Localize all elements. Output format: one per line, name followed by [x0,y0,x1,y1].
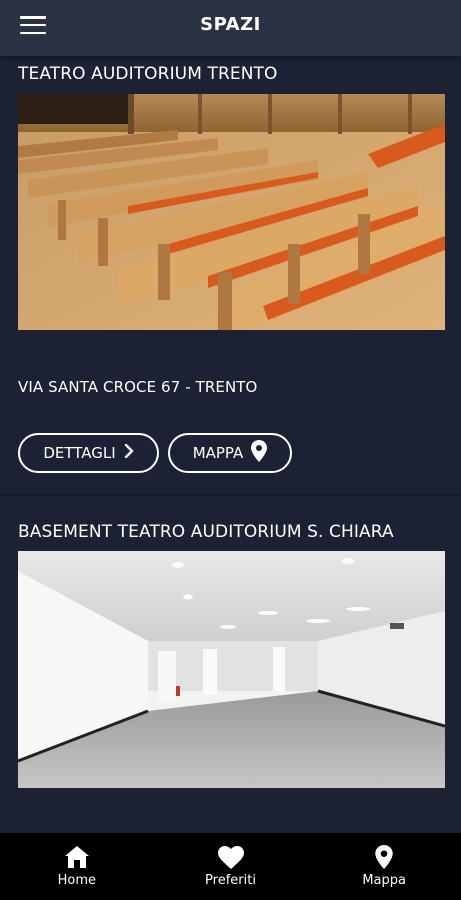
app-header: SPAZI [0,0,461,56]
page-title: SPAZI [200,14,261,35]
home-icon [64,845,90,869]
venue-title: TEATRO AUDITORIUM TRENTO [18,64,278,84]
details-button-label: DETTAGLI [43,444,116,462]
tab-map-label: Mappa [362,873,406,888]
tab-favorites-label: Preferiti [205,873,256,888]
tab-map[interactable]: Mappa [307,833,461,900]
tab-home-label: Home [57,873,97,888]
details-button[interactable]: DETTAGLI [18,433,159,473]
bottom-tab-bar: Home Preferiti Mappa [0,833,461,900]
map-pin-icon [251,440,268,466]
heart-icon [217,845,244,869]
map-button-label: MAPPA [192,444,244,462]
tab-home[interactable]: Home [0,833,154,900]
venue-photo-theater-seats[interactable] [18,94,445,330]
basement-hall-illustration [18,551,445,788]
chevron-right-icon [124,443,134,462]
venue-list[interactable]: TEATRO AUDITORIUM TRENTO VIA SANTA CROCE… [0,56,461,833]
card-divider [0,494,461,496]
venue-photo-basement-hall[interactable] [18,551,445,788]
venue-address: VIA SANTA CROCE 67 - TRENTO [18,378,258,396]
theater-seats-illustration [18,94,445,330]
venue-title: BASEMENT TEATRO AUDITORIUM S. CHIARA [18,522,394,542]
tab-favorites[interactable]: Preferiti [154,833,308,900]
map-button[interactable]: MAPPA [168,433,292,473]
map-pin-icon [371,845,397,869]
